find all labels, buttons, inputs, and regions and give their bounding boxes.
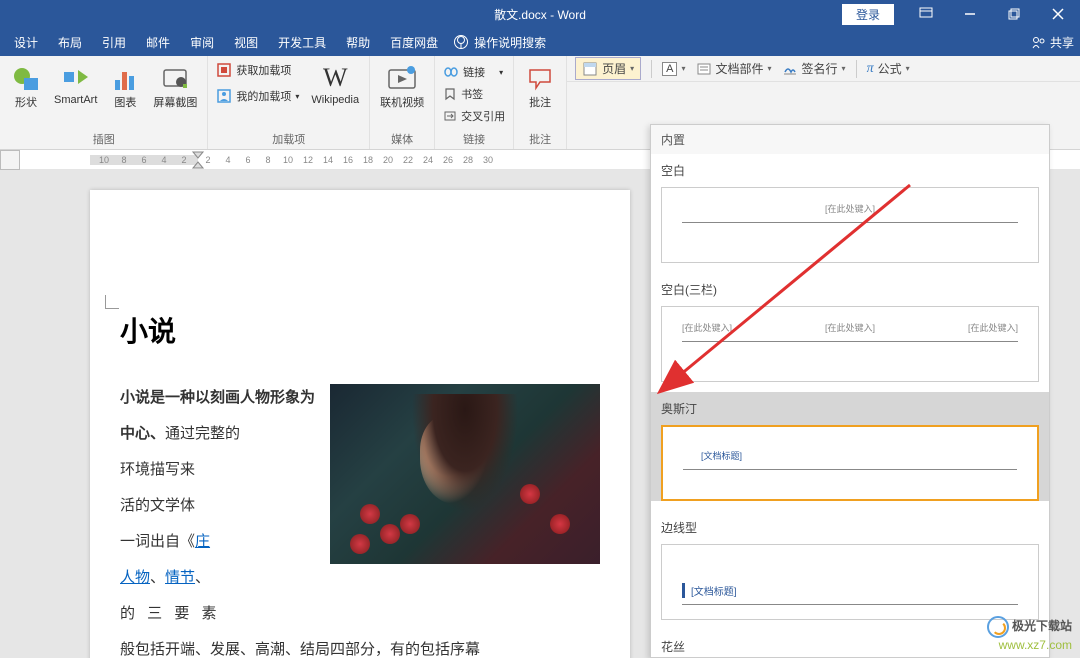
tab-references[interactable]: 引用	[92, 28, 136, 56]
gallery-list[interactable]: 空白 [在此处键入] 空白(三栏) [在此处键入] [在此处键入] [在此处键入…	[651, 154, 1049, 657]
textbox-button[interactable]: A ▾	[662, 62, 685, 76]
ribbon-tabs: 设计 布局 引用 邮件 审阅 视图 开发工具 帮助 百度网盘 操作说明搜索 共享	[0, 28, 1080, 56]
group-label-links: 链接	[463, 131, 485, 147]
signature-line-button[interactable]: 签名行 ▾	[782, 60, 846, 77]
watermark-logo-icon	[987, 616, 1009, 638]
online-video-button[interactable]: 联机视频	[376, 60, 428, 112]
header-gallery-dropdown: 内置 空白 [在此处键入] 空白(三栏) [在此处键入] [在此处键入] [在此…	[650, 124, 1050, 658]
doc-body[interactable]: 小说是一种以刻画人物形象为中心、通过完整的 环境描写来 活的文学体 一词出自《庄…	[120, 380, 600, 658]
close-button[interactable]	[1036, 0, 1080, 28]
group-label-comments: 批注	[529, 131, 551, 147]
window-title: 散文.docx - Word	[494, 6, 586, 23]
quick-parts-button[interactable]: 文档部件 ▾	[696, 60, 772, 77]
chart-icon	[109, 62, 141, 94]
watermark: 极光下载站 www.xz7.com	[987, 616, 1072, 652]
tab-selector[interactable]	[0, 150, 20, 170]
gallery-item-blank[interactable]: 空白 [在此处键入]	[651, 154, 1049, 263]
wikipedia-button[interactable]: W Wikipedia	[307, 60, 363, 108]
lightbulb-icon	[454, 35, 468, 49]
comment-icon	[524, 62, 556, 94]
group-label-media: 媒体	[391, 131, 413, 147]
bookmark-button[interactable]: 书签	[441, 84, 485, 104]
gallery-section-builtin: 内置	[651, 125, 1049, 154]
doc-heading[interactable]: 小说	[120, 310, 600, 350]
tab-layout[interactable]: 布局	[48, 28, 92, 56]
tab-baidu[interactable]: 百度网盘	[380, 28, 448, 56]
minimize-button[interactable]	[948, 0, 992, 28]
gallery-item-border[interactable]: 边线型 [文档标题]	[651, 511, 1049, 620]
inline-image[interactable]	[330, 384, 600, 564]
link-plot[interactable]: 情节	[165, 569, 195, 586]
smartart-button[interactable]: SmartArt	[50, 60, 101, 108]
cross-reference-button[interactable]: 交叉引用	[441, 106, 507, 126]
restore-button[interactable]	[992, 0, 1036, 28]
textbox-icon: A	[662, 62, 677, 76]
link-button[interactable]: 链接 ▾	[441, 62, 505, 82]
title-bar: 散文.docx - Word 登录	[0, 0, 1080, 28]
tab-review[interactable]: 审阅	[180, 28, 224, 56]
tab-help[interactable]: 帮助	[336, 28, 380, 56]
share-button[interactable]: 共享	[1032, 28, 1074, 56]
ribbon-extra-controls: 页眉 ▾ A ▾ 文档部件 ▾ 签名行 ▾ π 公式 ▾	[567, 56, 1080, 82]
tab-mailings[interactable]: 邮件	[136, 28, 180, 56]
my-addins-button[interactable]: 我的加载项 ▾	[214, 86, 301, 106]
tab-view[interactable]: 视图	[224, 28, 268, 56]
wikipedia-icon: W	[319, 62, 351, 94]
login-button[interactable]: 登录	[842, 4, 894, 25]
shapes-button[interactable]: 形状	[6, 60, 46, 112]
link-zhuang[interactable]: 庄	[195, 533, 210, 550]
margin-corner-icon	[105, 295, 119, 309]
gallery-item-austin[interactable]: 奥斯汀 [文档标题]	[651, 392, 1049, 501]
equation-button[interactable]: π 公式 ▾	[867, 60, 910, 77]
comment-button[interactable]: 批注	[520, 60, 560, 112]
screenshot-icon	[159, 62, 191, 94]
smartart-icon	[60, 62, 92, 94]
ribbon-display-options-button[interactable]	[904, 0, 948, 28]
chart-button[interactable]: 图表	[105, 60, 145, 112]
tell-me-search[interactable]: 操作说明搜索	[474, 28, 556, 56]
group-label-addins: 加载项	[272, 131, 305, 147]
get-addins-button[interactable]: 获取加载项	[214, 60, 301, 80]
tab-developer[interactable]: 开发工具	[268, 28, 336, 56]
gallery-item-blank-3col[interactable]: 空白(三栏) [在此处键入] [在此处键入] [在此处键入]	[651, 273, 1049, 382]
shapes-icon	[10, 62, 42, 94]
link-character[interactable]: 人物	[120, 569, 150, 586]
header-dropdown-button[interactable]: 页眉 ▾	[575, 57, 641, 80]
group-label-illustrations: 插图	[93, 131, 115, 147]
page[interactable]: 小说 小说是一种以刻画人物形象为中心、通过完整的 环境描写来 活的文学体 一词出…	[90, 190, 630, 658]
video-icon	[386, 62, 418, 94]
pi-icon: π	[867, 61, 874, 77]
tab-design[interactable]: 设计	[4, 28, 48, 56]
indent-marker-icon[interactable]	[192, 151, 204, 169]
screenshot-button[interactable]: 屏幕截图	[149, 60, 201, 112]
